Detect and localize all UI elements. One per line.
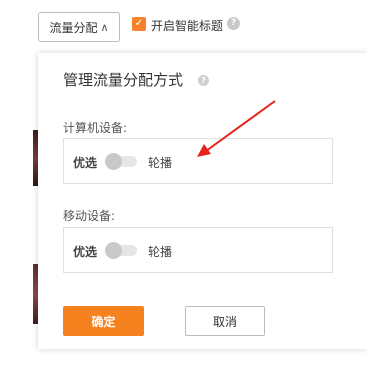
popover-title: 管理流量分配方式 — [63, 71, 184, 89]
traffic-distribution-popover: 管理流量分配方式 ? 计算机设备: 优选 轮播 移动设备: 优选 轮播 确定 取… — [38, 53, 367, 349]
mobile-mode-toggle[interactable] — [105, 242, 137, 259]
help-icon[interactable]: ? — [198, 75, 209, 86]
mobile-device-label: 移动设备: — [63, 209, 116, 223]
traffic-distribution-button[interactable]: 流量分配 ∧ — [38, 12, 120, 42]
computer-mode-toggle[interactable] — [105, 153, 137, 170]
smart-title-label[interactable]: 开启智能标题 — [151, 17, 223, 34]
top-toolbar: 流量分配 ∧ ✓ 开启智能标题 ? — [0, 0, 367, 50]
toggle-knob — [105, 242, 122, 259]
optimize-option-label: 优选 — [73, 245, 98, 259]
rotate-option-label: 轮播 — [148, 156, 173, 170]
computer-device-label: 计算机设备: — [63, 121, 128, 135]
confirm-button[interactable]: 确定 — [63, 306, 144, 336]
chevron-up-icon: ∧ — [100, 20, 109, 34]
traffic-distribution-label: 流量分配 — [49, 20, 98, 35]
computer-device-option-box: 优选 轮播 — [63, 138, 333, 184]
help-icon[interactable]: ? — [227, 17, 240, 30]
cancel-button[interactable]: 取消 — [185, 306, 265, 336]
mobile-device-option-box: 优选 轮播 — [63, 227, 333, 273]
rotate-option-label: 轮播 — [148, 245, 173, 259]
toggle-knob — [105, 153, 122, 170]
smart-title-checkbox[interactable]: ✓ — [132, 17, 146, 31]
optimize-option-label: 优选 — [73, 156, 98, 170]
